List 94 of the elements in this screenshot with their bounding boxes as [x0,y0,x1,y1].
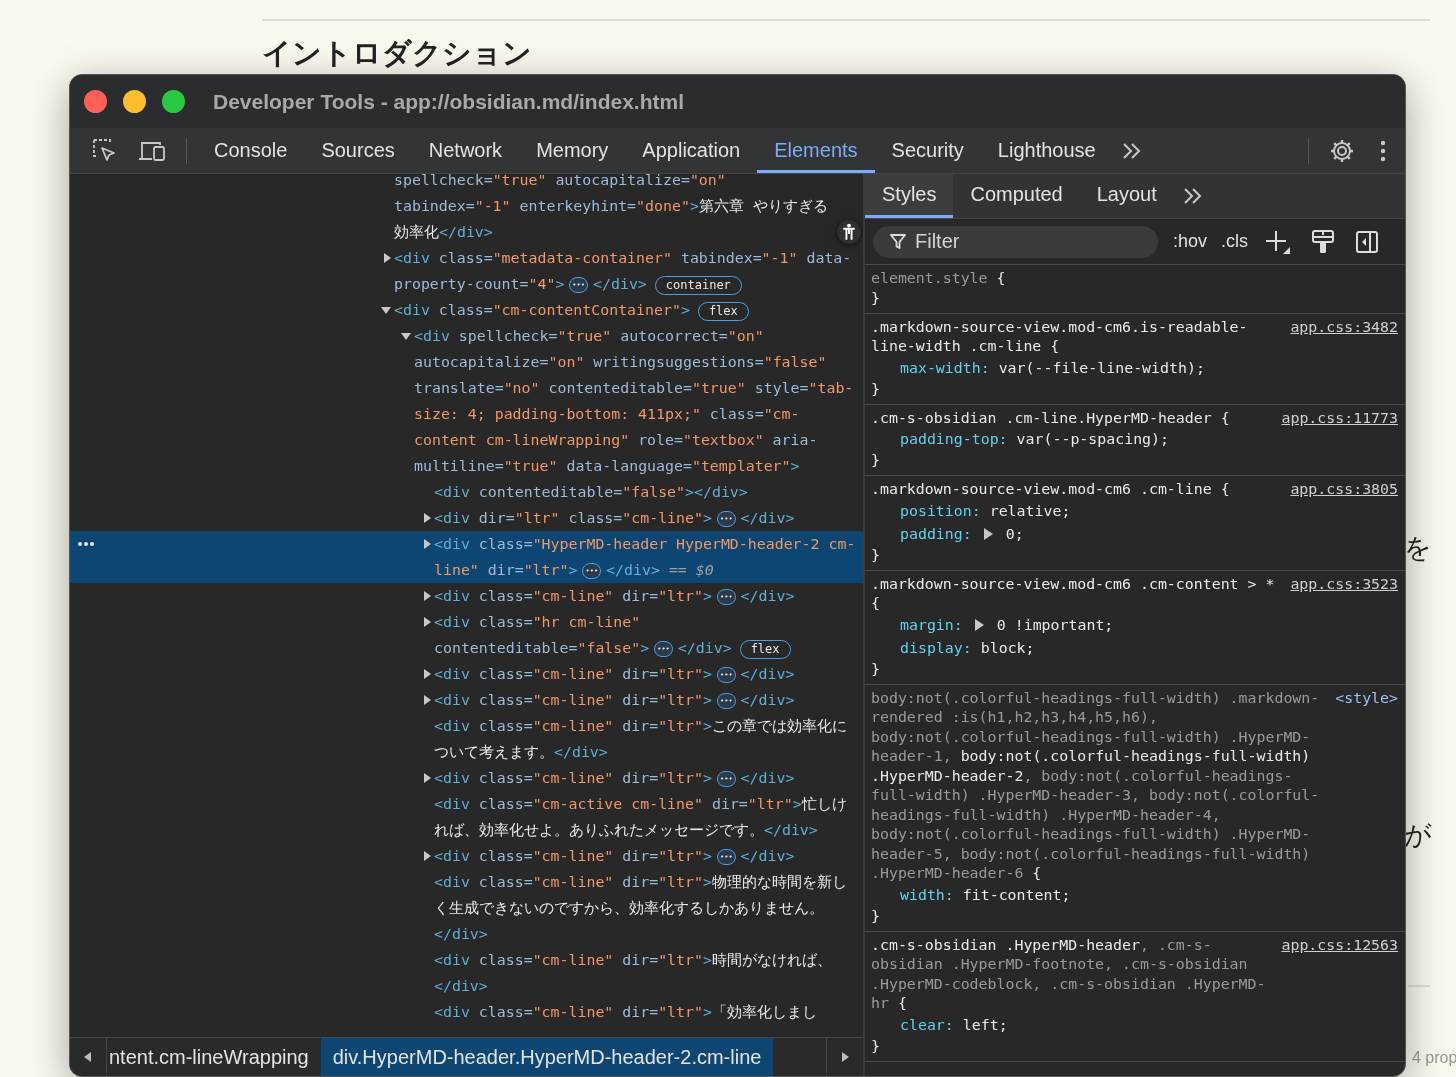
new-rule-icon[interactable] [1265,228,1292,255]
css-property-value: var(--p-spacing); [1016,430,1169,448]
settings-icon[interactable] [1329,137,1355,164]
element-markup: <div class="cm-line" dir="ltr">物理的な時間を新しく生成できないのですから、効率化するしかありません。 </div> [434,872,848,945]
stylesheet-source-link[interactable]: <style> [1335,688,1398,708]
more-icon[interactable] [77,541,95,547]
person-icon [842,223,856,241]
dom-tree-row[interactable]: <div class="cm-line" dir="ltr">時間がなければ、 </div> [70,947,863,999]
css-property-value: 0; [1005,524,1024,543]
stylesheet-source-link[interactable]: app.css:11773 [1281,408,1398,428]
accessibility-button[interactable] [837,220,861,244]
css-property-value: 0 !important; [996,615,1114,634]
panel-tab[interactable]: Lighthouse [980,128,1113,173]
closing-brace: } [871,451,881,470]
element-markup: spellcheck="true" autocapitalize="on" tabindex="-1" enterkeyhint="done">第六章 やりすぎる効率化</div> [394,170,829,243]
css-property-value: block; [980,638,1035,657]
breadcrumb[interactable]: div.HyperMD-header.HyperMD-header-2.cm-line [320,1038,774,1076]
disclosure-triangle-icon[interactable] [424,617,431,627]
css-property-name: padding-top: [900,430,1008,448]
expand-triangle-icon[interactable] [974,618,984,631]
closing-brace: } [871,659,881,679]
dom-tree-row[interactable]: <div class="cm-active cm-line" dir="ltr">忙しければ、効率化せよ。ありふれたメッセージです。</div> [70,791,863,843]
css-property-name: max-width: [900,358,990,377]
disclosure-triangle-icon[interactable] [424,539,431,549]
more-tabs-icon[interactable] [1120,140,1143,161]
closing-brace: } [871,545,881,565]
disclosure-triangle-icon[interactable] [424,851,431,861]
css-property-value: relative; [989,501,1071,520]
css-property-name: padding: [900,524,972,543]
page-text-fragment: 4 prop [1412,1049,1456,1067]
element-markup: <div class="cm-line" dir="ltr">時間がなければ、 </div> [434,950,833,997]
element-markup: <div class="cm-line" dir="ltr">この章では効率化について考えます。</div> [434,716,848,763]
css-property-name: clear: [900,1015,954,1034]
sidebar-tab[interactable]: Styles [865,174,954,218]
element-markup: <div spellcheck="true" autocorrect="on" autocapitalize="on" writingsuggestions="false" translate="no" contenteditable="true" style="tab-size: 4; padding-bottom: 411px;" class="cm-content cm-lineWrapping" role="textbox" aria-multiline="true" data-language="templater"> [414,326,855,477]
close-button[interactable] [84,90,107,113]
inspect-element-icon[interactable] [92,137,118,164]
sidebar-toggle-icon[interactable] [1355,229,1380,254]
sidebar-tab[interactable]: Layout [1079,174,1174,218]
css-property-value: var(--file-line-width); [998,358,1205,377]
element-markup: <div class="cm-active cm-line" dir="ltr">忙しければ、効率化せよ。ありふれたメッセージです。</div> [434,794,848,841]
dom-tree-row[interactable]: <div class="cm-contentContainer"> flex [70,297,863,323]
disclosure-triangle-icon[interactable] [424,669,431,679]
stylesheet-source-link[interactable]: app.css:3523 [1290,574,1398,594]
paint-brush-icon[interactable] [1311,228,1336,255]
breadcrumb[interactable]: ntent.cm-lineWrapping [107,1038,321,1076]
stylesheet-source-link[interactable]: app.css:3805 [1290,480,1398,500]
element-markup: <div contenteditable="false"></div> [434,482,749,503]
page-heading: イントロダクション [262,36,533,71]
expand-triangle-icon[interactable] [983,527,993,540]
dom-tree-row[interactable]: <div class="cm-line" dir="ltr">「効率化しまし [70,999,863,1025]
css-selector: element.style { [871,269,1007,289]
dom-tree-row[interactable]: <div class="cm-line" dir="ltr">物理的な時間を新しく生成できないのですから、効率化するしかありません。 </div> [70,869,863,947]
filter-field[interactable]: Filter [873,225,1158,258]
disclosure-triangle-icon[interactable] [424,695,431,705]
page-text-fragment: を [1404,532,1432,565]
window-title: Developer Tools - app://obsidian.md/index.html [213,89,684,114]
minimize-button[interactable] [123,90,146,113]
disclosure-triangle-icon[interactable] [424,773,431,783]
more-options-icon[interactable] [1379,138,1387,163]
closing-brace: } [871,379,881,399]
css-selector: .markdown-source-view.mod-cm6 .cm-line { [871,480,1231,500]
closing-brace: } [871,906,881,926]
stylesheet-source-link[interactable]: app.css:12563 [1281,935,1398,955]
page-text-fragment: が [1404,819,1432,852]
element-markup: <div class="cm-contentContainer"> flex [394,297,861,323]
scroll-right-icon[interactable] [841,1052,849,1062]
css-property-value: left; [962,1015,1008,1034]
css-property-name: width: [900,885,954,904]
closing-brace: } [871,288,881,308]
css-property-name: margin: [900,615,963,634]
disclosure-triangle-icon[interactable] [424,591,431,601]
hover-state-button[interactable]: :hov [1168,231,1213,252]
zoom-button[interactable] [162,90,185,113]
css-property-name: display: [900,638,972,657]
closing-brace: } [871,1036,881,1056]
scroll-left-icon[interactable] [84,1052,92,1062]
disclosure-triangle-icon[interactable] [401,333,411,340]
dom-tree-row[interactable]: <div class="cm-line" dir="ltr">この章では効率化について考えます。</div> [70,713,863,765]
css-property-value: fit-content; [962,885,1071,904]
disclosure-triangle-icon[interactable] [384,253,391,263]
panel-tab[interactable]: Elements [757,128,875,173]
css-selector: .cm-s-obsidian .cm-line.HyperMD-header { [871,408,1231,428]
more-tabs-icon[interactable] [1181,186,1204,206]
class-toggle-button[interactable]: .cls [1216,231,1254,252]
css-selector: .markdown-source-view.mod-cm6 .cm-content > * { [871,574,1276,614]
sidebar-tab[interactable]: Computed [953,174,1080,218]
panel-tab[interactable]: Security [874,128,981,173]
css-property-name: position: [900,501,981,520]
element-markup: <div class="cm-line" dir="ltr">「効率化しまし [434,1002,818,1023]
stylesheet-source-link[interactable]: app.css:3482 [1290,317,1398,337]
disclosure-triangle-icon[interactable] [424,513,431,523]
dom-tree-row[interactable]: <div contenteditable="false"></div> [70,479,863,505]
disclosure-triangle-icon[interactable] [381,307,391,314]
